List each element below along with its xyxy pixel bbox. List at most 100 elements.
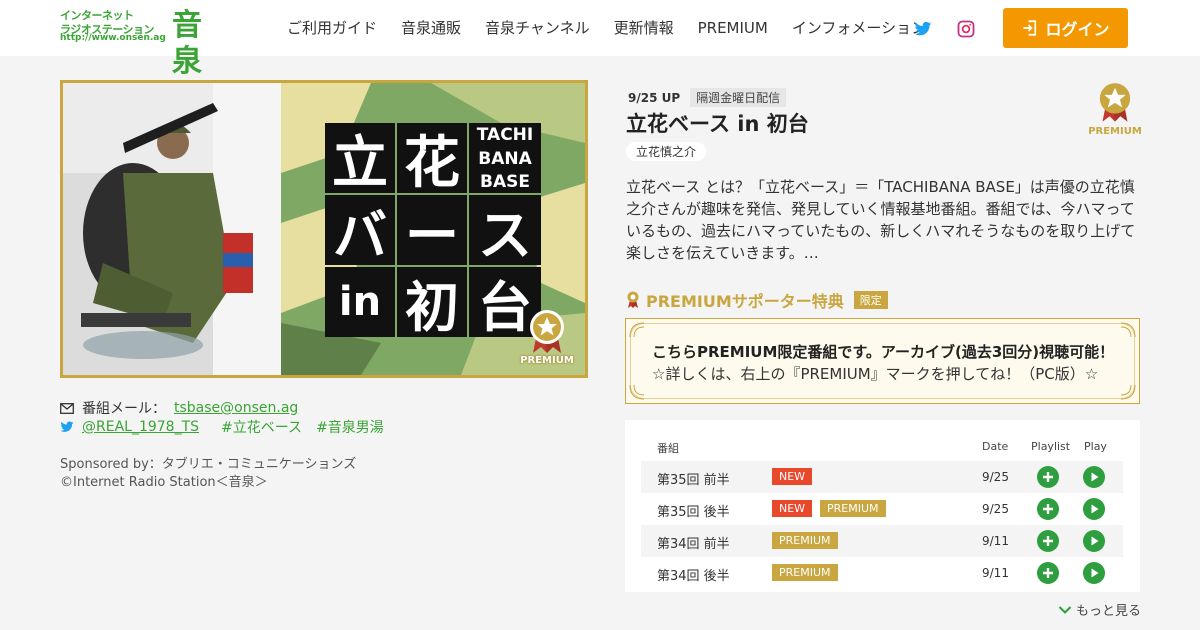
- column-header-date: Date: [982, 440, 1009, 453]
- ornament-corner-icon: [1120, 322, 1136, 338]
- premium-medal-icon: [1099, 83, 1131, 122]
- title-char-dash: ー: [397, 195, 467, 267]
- mail-label: 番組メール：: [82, 401, 166, 417]
- copyright-line: ©Internet Radio Station＜音泉＞: [60, 475, 268, 490]
- add-to-playlist-button[interactable]: [1037, 498, 1059, 520]
- plus-icon: [1043, 568, 1053, 578]
- column-header-playlist: Playlist: [1031, 440, 1071, 453]
- ornament-corner-icon: [629, 322, 645, 338]
- premium-supporter-heading: PREMIUMサポーター特典 限定: [626, 288, 888, 312]
- login-icon: [1023, 20, 1037, 36]
- program-description: 立花ベース とは？「立花ベース」＝「TACHIBANA BASE」は声優の立花慎…: [626, 178, 1136, 262]
- title-word-in: in: [325, 267, 395, 337]
- twitter-account-link[interactable]: @REAL_1978_TS: [82, 419, 199, 435]
- title-char-ba: バ: [325, 195, 395, 267]
- host-photo-illustration: [63, 83, 281, 375]
- chevron-down-icon: [1058, 605, 1072, 614]
- premium-badge: PREMIUM: [820, 500, 886, 517]
- new-badge: NEW: [772, 468, 813, 485]
- title-char-hatsu: 初: [397, 267, 467, 339]
- premium-medal-icon: [530, 310, 564, 353]
- ornament-corner-icon: [1120, 384, 1136, 400]
- sponsor-line: Sponsored by：タブリエ・コミュニケーションズ: [60, 457, 357, 472]
- nav-premium[interactable]: PREMIUM: [698, 18, 768, 38]
- premium-badge: PREMIUM: [772, 532, 838, 549]
- new-badge: NEW: [772, 500, 813, 517]
- login-label: ログイン: [1045, 20, 1110, 39]
- update-date: 9/25 UP: [628, 90, 681, 105]
- play-icon: [1091, 504, 1099, 514]
- twitter-small-icon: [60, 421, 74, 432]
- ornament-corner-icon: [629, 384, 645, 400]
- premium-notice-line1: こちらPREMIUM限定番組です。アーカイブ(過去3回分)視聴可能！: [652, 343, 1115, 361]
- program-meta: 9/25 UP 隔週金曜日配信: [628, 88, 787, 107]
- mail-link[interactable]: tsbase@onsen.ag: [174, 400, 298, 416]
- title-char-hana: 花: [397, 123, 467, 196]
- column-header-play: Play: [1084, 440, 1107, 453]
- site-header: インターネット ラジオステーション http://www.onsen.ag 音泉…: [0, 0, 1200, 79]
- episode-date: 9/25: [982, 470, 1009, 484]
- broadcast-frequency-tag: 隔週金曜日配信: [690, 88, 787, 107]
- play-button[interactable]: [1083, 466, 1105, 488]
- main-nav: ご利用ガイド 音泉通販 音泉チャンネル 更新情報 PREMIUM インフォメーシ…: [287, 18, 950, 38]
- episode-date: 9/25: [982, 502, 1009, 516]
- play-button[interactable]: [1083, 530, 1105, 552]
- episode-row: 第34回 後半 PREMIUM 9/11: [641, 557, 1123, 589]
- title-latin-tachi: TACHI: [469, 123, 541, 147]
- hashtag-onsen-otokoyu[interactable]: #音泉男湯: [316, 417, 384, 437]
- premium-badge: PREMIUM: [772, 564, 838, 581]
- nav-channel[interactable]: 音泉チャンネル: [485, 18, 590, 38]
- medal-icon: [627, 291, 639, 308]
- program-twitter-row: @REAL_1978_TS #立花ベース #音泉男湯: [60, 417, 384, 437]
- program-key-visual: 立 花 TACHI BANA BASE バ ー ス in 初 台 PREMIUM: [60, 80, 588, 378]
- premium-badge-button[interactable]: PREMIUM: [1088, 80, 1142, 138]
- hashtag-tachibana-base[interactable]: #立花ベース: [221, 417, 302, 437]
- title-char-tachi: 立: [325, 123, 395, 196]
- show-more-link[interactable]: もっと見る: [1058, 600, 1141, 619]
- add-to-playlist-button[interactable]: [1037, 562, 1059, 584]
- plus-icon: [1043, 504, 1053, 514]
- episode-date: 9/11: [982, 534, 1009, 548]
- nav-information[interactable]: インフォメーション: [792, 18, 926, 38]
- twitter-icon[interactable]: [914, 20, 932, 38]
- premium-notice-box: こちらPREMIUM限定番組です。アーカイブ(過去3回分)視聴可能！ ☆詳しくは…: [625, 318, 1140, 404]
- plus-icon: [1043, 472, 1053, 482]
- plus-icon: [1043, 536, 1053, 546]
- play-button[interactable]: [1083, 562, 1105, 584]
- instagram-icon[interactable]: [957, 20, 975, 38]
- episode-name: 第34回 前半: [657, 537, 730, 552]
- program-title-logo: 立 花 TACHI BANA BASE バ ー ス in 初 台: [325, 123, 541, 339]
- add-to-playlist-button[interactable]: [1037, 530, 1059, 552]
- column-header-program: 番組: [657, 442, 679, 455]
- nav-updates[interactable]: 更新情報: [614, 18, 674, 38]
- program-title: 立花ベース in 初台: [626, 112, 809, 136]
- title-char-su: ス: [469, 195, 541, 267]
- logo-url: http://www.onsen.ag: [60, 33, 166, 43]
- login-button[interactable]: ログイン: [1003, 8, 1128, 48]
- play-button[interactable]: [1083, 498, 1105, 520]
- episode-row: 第34回 前半 PREMIUM 9/11: [641, 525, 1123, 557]
- cast-tag[interactable]: 立花慎之介: [626, 142, 707, 161]
- episode-date: 9/11: [982, 566, 1009, 580]
- add-to-playlist-button[interactable]: [1037, 466, 1059, 488]
- premium-badge-label: PREMIUM: [1088, 126, 1142, 137]
- play-icon: [1091, 568, 1099, 578]
- episode-table: 番組 Date Playlist Play 第35回 前半 NEW 9/25 第…: [625, 420, 1140, 592]
- hero-premium-badge: PREMIUM: [519, 307, 575, 369]
- play-icon: [1091, 472, 1099, 482]
- sponsor-info: Sponsored by：タブリエ・コミュニケーションズ ©Internet R…: [60, 456, 356, 492]
- play-icon: [1091, 536, 1099, 546]
- episode-name: 第34回 後半: [657, 569, 730, 584]
- nav-shop[interactable]: 音泉通販: [401, 18, 461, 38]
- episode-row: 第35回 前半 NEW 9/25: [641, 461, 1123, 493]
- program-mail-row: 番組メール： tsbase@onsen.ag: [60, 398, 298, 418]
- site-logo[interactable]: インターネット ラジオステーション http://www.onsen.ag 音泉: [60, 8, 216, 79]
- premium-supporter-title: PREMIUMサポーター特典: [646, 292, 844, 311]
- show-more-label: もっと見る: [1076, 604, 1142, 619]
- host-photo: [63, 83, 281, 375]
- nav-guide[interactable]: ご利用ガイド: [287, 18, 377, 38]
- episode-row: 第35回 後半 NEW PREMIUM 9/25: [641, 493, 1123, 525]
- episode-name: 第35回 後半: [657, 505, 730, 520]
- limited-tag: 限定: [853, 291, 888, 309]
- hero-badge-label: PREMIUM: [520, 355, 574, 366]
